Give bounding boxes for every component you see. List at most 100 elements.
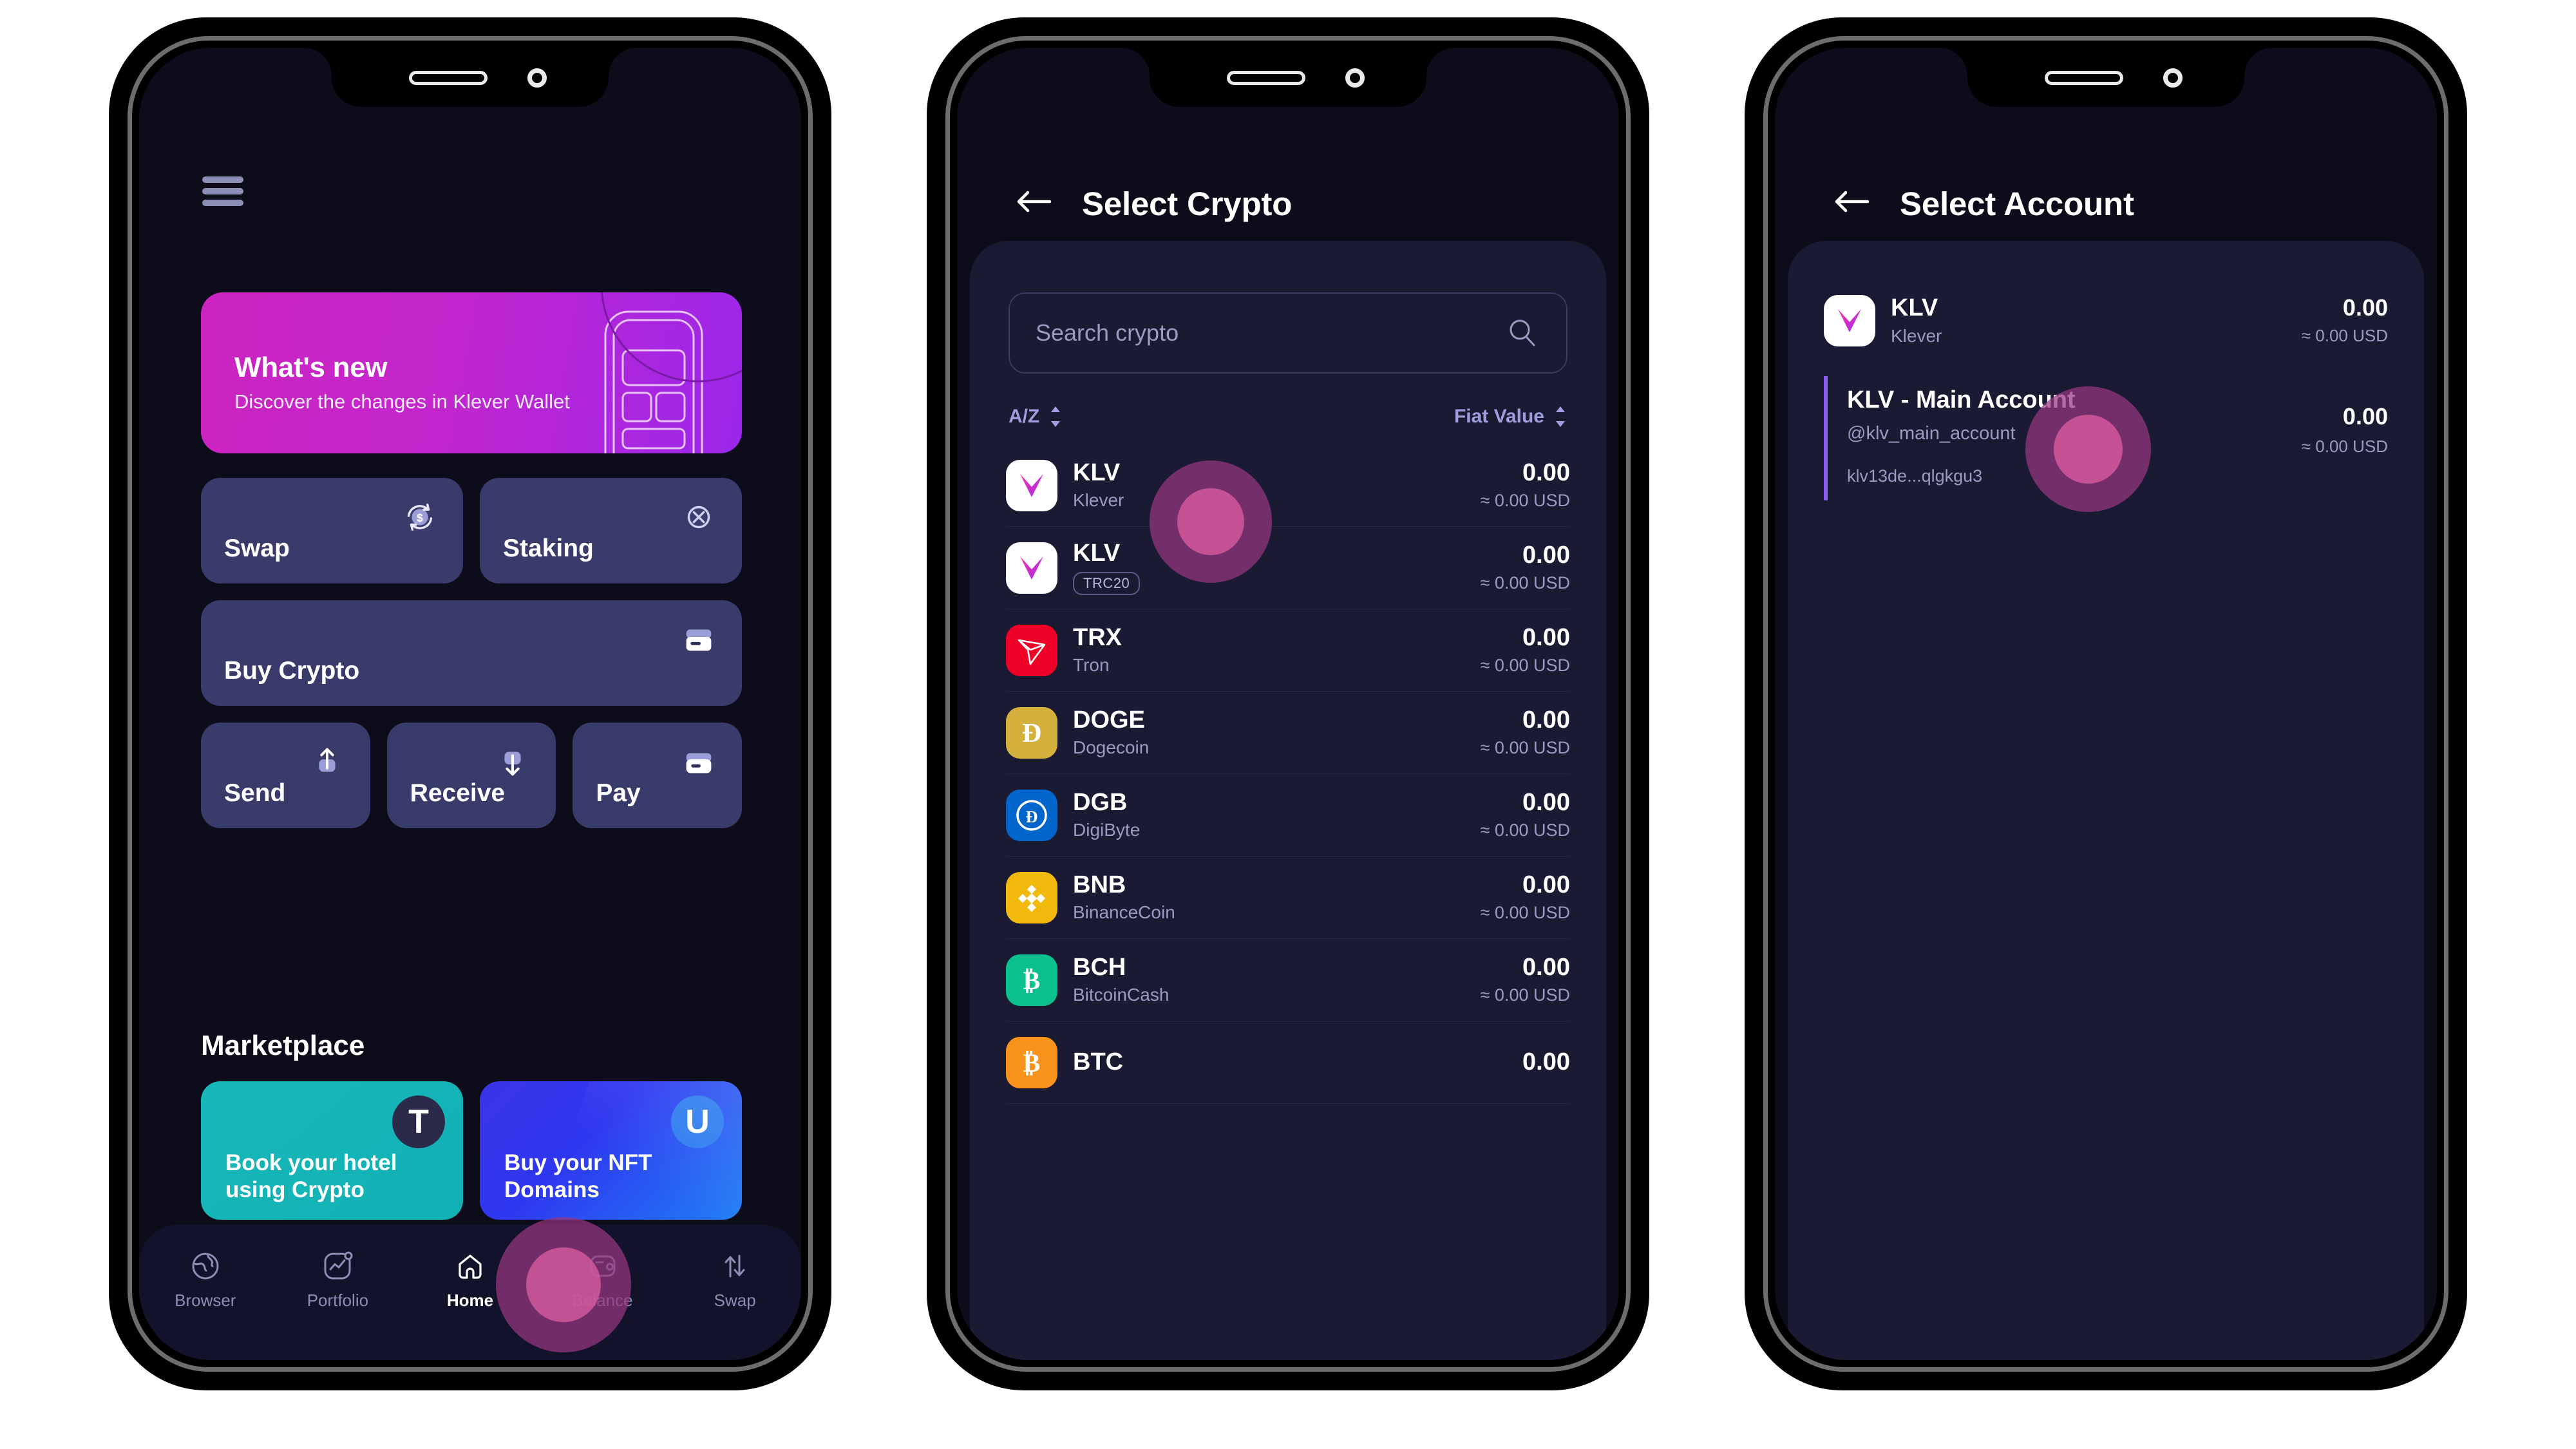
search-placeholder: Search crypto bbox=[1036, 319, 1179, 346]
hamburger-menu-icon[interactable] bbox=[202, 176, 243, 206]
phone-illustration-icon bbox=[600, 292, 742, 453]
send-tile[interactable]: Send bbox=[201, 723, 370, 828]
nav-label: Portfolio bbox=[307, 1291, 369, 1310]
crypto-values: 0.00 ≈ 0.00 USD bbox=[1481, 542, 1570, 593]
swap-arrows-icon bbox=[690, 1248, 780, 1284]
marketplace-card-travala[interactable]: T Book your hotel using Crypto bbox=[201, 1081, 463, 1220]
home-app: What's new Discover the changes in Kleve… bbox=[139, 48, 801, 1360]
phone-mockup-select-account: Select Account KLV Klever 0.00 ≈ 0.00 US… bbox=[1745, 18, 2467, 1390]
crypto-balance: 0.00 bbox=[1522, 542, 1570, 569]
asset-symbol: KLV bbox=[1891, 294, 1938, 321]
receive-tile[interactable]: Receive bbox=[386, 723, 556, 828]
home-icon bbox=[425, 1248, 515, 1284]
crypto-row-bnb[interactable]: BNB BinanceCoin 0.00 ≈ 0.00 USD bbox=[1006, 857, 1570, 939]
nav-label: Browser bbox=[175, 1291, 236, 1310]
crypto-balance: 0.00 bbox=[1522, 789, 1570, 817]
crypto-meta: BTC bbox=[1073, 1048, 1522, 1076]
digibyte-logo: Ɖ bbox=[1006, 789, 1057, 841]
sort-label: A/Z bbox=[1009, 406, 1040, 427]
crypto-row-doge[interactable]: Ð DOGE Dogecoin 0.00 ≈ 0.00 USD bbox=[1006, 692, 1570, 774]
select-account-app: Select Account KLV Klever 0.00 ≈ 0.00 US… bbox=[1775, 48, 2437, 1360]
phone-notch bbox=[303, 48, 637, 107]
quick-actions-grid: $ Swap Staking Buy Crypto Send Receive P… bbox=[201, 478, 743, 828]
phone-screen-home: What's new Discover the changes in Kleve… bbox=[139, 48, 801, 1360]
banner-subtitle: Discover the changes in Klever Wallet bbox=[234, 390, 570, 413]
asset-usd-value: ≈ 0.00 USD bbox=[2301, 325, 2388, 345]
crypto-meta: KLV TRC20 bbox=[1073, 540, 1481, 596]
crypto-values: 0.00 bbox=[1522, 1048, 1570, 1076]
quick-actions-row-2: Buy Crypto bbox=[201, 600, 742, 706]
receive-tile-label: Receive bbox=[410, 779, 506, 807]
tron-logo bbox=[1006, 624, 1057, 676]
crypto-symbol: KLV bbox=[1073, 459, 1121, 486]
select-crypto-app: Select Crypto Search crypto A/Z Fiat Val… bbox=[957, 48, 1619, 1360]
svg-text:$: $ bbox=[417, 511, 423, 524]
svg-text:₿: ₿ bbox=[1023, 1048, 1041, 1077]
crypto-list: KLV Klever 0.00 ≈ 0.00 USD KLV TRC20 0.0… bbox=[970, 444, 1606, 1360]
account-values: 0.00 ≈ 0.00 USD bbox=[2302, 386, 2388, 457]
bitcoin-logo: ₿ bbox=[1006, 1036, 1057, 1088]
crypto-row-klv[interactable]: KLV Klever 0.00 ≈ 0.00 USD bbox=[1006, 444, 1570, 527]
buy-crypto-tile-label: Buy Crypto bbox=[224, 657, 360, 685]
arrow-down-receive-icon bbox=[504, 752, 521, 776]
front-camera-icon bbox=[527, 68, 547, 88]
crypto-row-klv-trc20[interactable]: KLV TRC20 0.00 ≈ 0.00 USD bbox=[1006, 527, 1570, 609]
crypto-meta: BCH BitcoinCash bbox=[1073, 954, 1481, 1006]
phone-screen-select-crypto: Select Crypto Search crypto A/Z Fiat Val… bbox=[957, 48, 1619, 1360]
asset-row-klv[interactable]: KLV Klever 0.00 ≈ 0.00 USD bbox=[1824, 279, 2388, 365]
marketplace-card-nft-domains[interactable]: U Buy your NFT Domains bbox=[480, 1081, 742, 1220]
crypto-values: 0.00 ≈ 0.00 USD bbox=[1480, 459, 1570, 511]
sort-updown-icon bbox=[1556, 406, 1565, 427]
pay-tile-label: Pay bbox=[596, 779, 641, 807]
crypto-values: 0.00 ≈ 0.00 USD bbox=[1481, 954, 1570, 1005]
account-list: KLV Klever 0.00 ≈ 0.00 USD KLV - Main Ac… bbox=[1788, 279, 2424, 500]
nav-item-portfolio[interactable]: Portfolio bbox=[292, 1248, 383, 1311]
nav-item-swap[interactable]: Swap bbox=[690, 1248, 780, 1311]
search-input[interactable]: Search crypto bbox=[1009, 292, 1567, 374]
crypto-row-trx[interactable]: TRX Tron 0.00 ≈ 0.00 USD bbox=[1006, 609, 1570, 692]
crypto-row-btc[interactable]: ₿ BTC 0.00 bbox=[1006, 1021, 1570, 1104]
marketplace-card-text: Book your hotel using Crypto bbox=[225, 1150, 397, 1202]
crypto-meta: DOGE Dogecoin bbox=[1073, 706, 1481, 759]
quick-actions-row-3: Send Receive Pay bbox=[201, 723, 743, 828]
crypto-usd-value: ≈ 0.00 USD bbox=[1480, 490, 1570, 510]
back-arrow-icon[interactable] bbox=[1830, 180, 1873, 223]
crypto-row-dgb[interactable]: Ɖ DGB DigiByte 0.00 ≈ 0.00 USD bbox=[1006, 774, 1570, 857]
asset-meta: KLV Klever bbox=[1891, 294, 2302, 346]
phone-mockup-select-crypto: Select Crypto Search crypto A/Z Fiat Val… bbox=[927, 18, 1649, 1390]
sort-alphabetical[interactable]: A/Z bbox=[1009, 404, 1063, 430]
nav-item-home[interactable]: Home bbox=[425, 1248, 515, 1311]
dogecoin-logo: Ð bbox=[1006, 706, 1057, 759]
earpiece-speaker-icon bbox=[409, 71, 488, 85]
account-title: KLV - Main Account bbox=[1847, 386, 2076, 413]
travala-logo: T bbox=[392, 1095, 445, 1148]
crypto-values: 0.00 ≈ 0.00 USD bbox=[1481, 624, 1570, 676]
klv-logo bbox=[1006, 542, 1057, 594]
swap-tile-label: Swap bbox=[224, 535, 290, 562]
crypto-usd-value: ≈ 0.00 USD bbox=[1480, 985, 1570, 1005]
unstoppable-domains-logo: U bbox=[671, 1095, 724, 1148]
back-arrow-icon[interactable] bbox=[1012, 180, 1055, 223]
crypto-balance: 0.00 bbox=[1522, 871, 1570, 899]
front-camera-icon bbox=[1345, 68, 1365, 88]
account-address: klv13de...qlgkgu3 bbox=[1847, 466, 1983, 486]
sort-controls: A/Z Fiat Value bbox=[1009, 401, 1567, 433]
klv-logo bbox=[1824, 295, 1875, 346]
sort-fiat-value[interactable]: Fiat Value bbox=[1454, 404, 1567, 430]
screenshot-stage: What's new Discover the changes in Kleve… bbox=[0, 0, 2576, 1449]
nav-item-browser[interactable]: Browser bbox=[160, 1248, 251, 1311]
phone-notch bbox=[1121, 48, 1455, 107]
staking-tile[interactable]: Staking bbox=[480, 478, 742, 583]
crypto-sheet: Search crypto A/Z Fiat Value KLV Klever … bbox=[970, 241, 1606, 1360]
crypto-row-bch[interactable]: ₿ BCH BitcoinCash 0.00 ≈ 0.00 USD bbox=[1006, 939, 1570, 1021]
pay-tile[interactable]: Pay bbox=[573, 723, 743, 828]
bitcoincash-logo: ₿ bbox=[1006, 954, 1057, 1006]
account-row-main[interactable]: KLV - Main Account @klv_main_account klv… bbox=[1824, 376, 2388, 500]
swap-tile[interactable]: $ Swap bbox=[201, 478, 463, 583]
whats-new-banner[interactable]: What's new Discover the changes in Kleve… bbox=[201, 292, 742, 453]
buy-crypto-tile[interactable]: Buy Crypto bbox=[201, 600, 742, 706]
staking-icon bbox=[687, 506, 710, 529]
crypto-usd-value: ≈ 0.00 USD bbox=[1480, 902, 1570, 922]
wallet-pay-icon bbox=[686, 753, 712, 773]
nav-item-balance[interactable]: Balance bbox=[558, 1248, 648, 1311]
